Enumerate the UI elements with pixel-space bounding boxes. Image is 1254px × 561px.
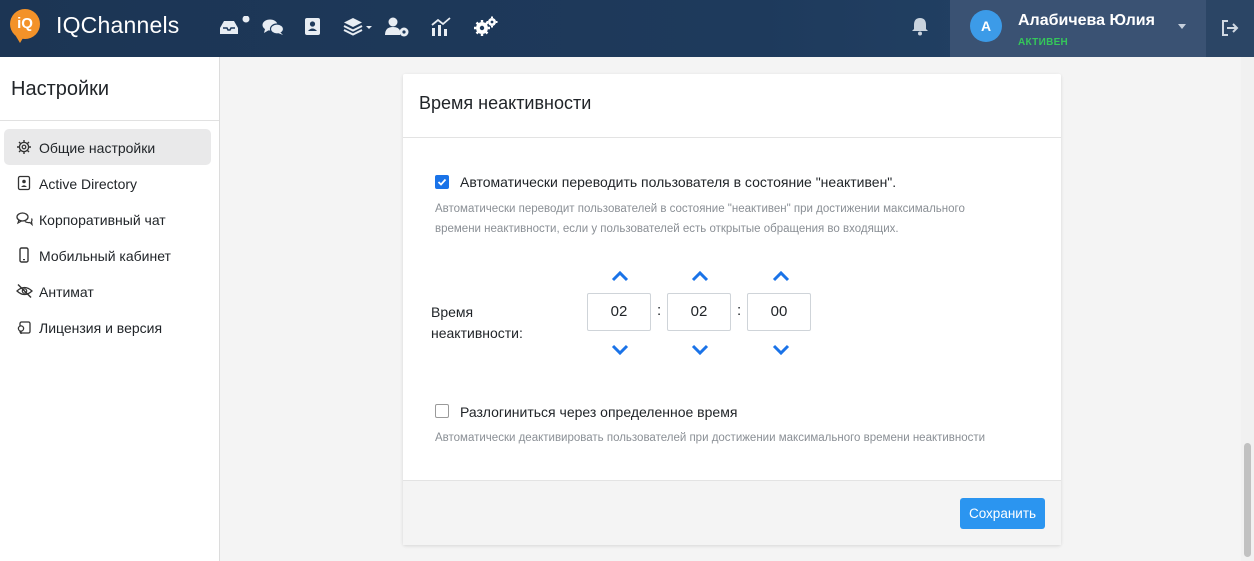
hours-field[interactable]: 02 [587,293,651,331]
user-menu[interactable]: А Алабичева Юлия АКТИВЕН [950,0,1206,57]
inbox-icon[interactable] [218,16,250,38]
time-separator: : [737,302,742,319]
chats-icon[interactable] [262,16,286,38]
inactivity-time-label: Время неактивности: [431,302,541,344]
sidebar-item-mobile-cabinet[interactable]: Мобильный кабинет [4,237,211,273]
contacts-icon[interactable] [304,16,328,38]
auto-inactive-label[interactable]: Автоматически переводить пользователя в … [460,174,896,190]
sidebar-item-label: Лицензия и версия [39,320,163,336]
brand-name[interactable]: IQChannels [56,12,179,39]
users-settings-icon[interactable] [384,16,409,38]
sidebar-item-antimat[interactable]: Антимат [4,273,211,309]
id-card-icon [16,175,32,191]
auto-logout-hint: Автоматически деактивировать пользовател… [435,432,986,444]
hours-decrement-icon[interactable] [611,344,629,356]
user-status: АКТИВЕН [1018,37,1069,48]
top-bar: iQ IQChannels А Алабичева Юлия АКТИВЕН [0,0,1254,57]
sidebar: Настройки Общие настройки Active Directo… [0,57,220,561]
eye-slash-icon [16,283,33,299]
auto-logout-label[interactable]: Разлогиниться через определенное время [460,404,737,420]
divider [403,137,1061,138]
auto-logout-checkbox[interactable] [435,404,449,418]
logo-badge: iQ [10,9,40,39]
check-icon [437,178,447,186]
hours-increment-icon[interactable] [611,270,629,282]
time-label-line2: неактивности: [431,325,523,341]
gear-icon [16,139,32,155]
sidebar-item-active-directory[interactable]: Active Directory [4,165,211,201]
sidebar-item-label: Мобильный кабинет [39,248,171,264]
auto-inactive-hint-line2: времени неактивности, если у пользовател… [435,223,899,235]
layers-icon[interactable] [343,16,377,38]
sidebar-item-label: Антимат [39,284,94,300]
save-button[interactable]: Сохранить [960,498,1045,529]
sidebar-item-label: Общие настройки [39,140,156,156]
settings-icon[interactable] [474,16,498,38]
logout-button[interactable] [1206,0,1254,57]
minutes-increment-icon[interactable] [691,270,709,282]
sidebar-item-general[interactable]: Общие настройки [4,129,211,165]
minutes-decrement-icon[interactable] [691,344,709,356]
seconds-decrement-icon[interactable] [772,344,790,356]
inactivity-settings-card: Время неактивности Автоматически перевод… [403,74,1061,545]
chat-bubbles-icon [16,211,33,227]
sidebar-item-label: Корпоративный чат [39,212,166,228]
avatar: А [970,10,1002,42]
sidebar-title: Настройки [11,78,110,100]
minutes-field[interactable]: 02 [667,293,731,331]
scrollbar-thumb[interactable] [1244,443,1251,557]
chevron-down-icon [1178,24,1186,29]
analytics-icon[interactable] [430,16,454,38]
divider [0,120,219,121]
bell-icon[interactable] [910,15,930,37]
logo[interactable]: iQ [10,9,41,45]
seconds-field[interactable]: 00 [747,293,811,331]
sidebar-item-label: Active Directory [39,176,138,192]
card-footer: Сохранить [403,480,1061,545]
time-label-line1: Время [431,304,474,320]
logout-icon [1222,20,1239,36]
time-separator: : [657,302,662,319]
auto-inactive-checkbox[interactable] [435,175,449,189]
scrollbar[interactable] [1241,57,1254,561]
sidebar-item-license[interactable]: Лицензия и версия [4,309,211,345]
seconds-increment-icon[interactable] [772,270,790,282]
card-title: Время неактивности [419,93,592,113]
sidebar-item-corporate-chat[interactable]: Корпоративный чат [4,201,211,237]
mobile-icon [16,247,32,263]
user-name: Алабичева Юлия [1018,12,1155,29]
key-icon [16,319,32,335]
auto-inactive-hint-line1: Автоматически переводит пользователей в … [435,203,965,215]
